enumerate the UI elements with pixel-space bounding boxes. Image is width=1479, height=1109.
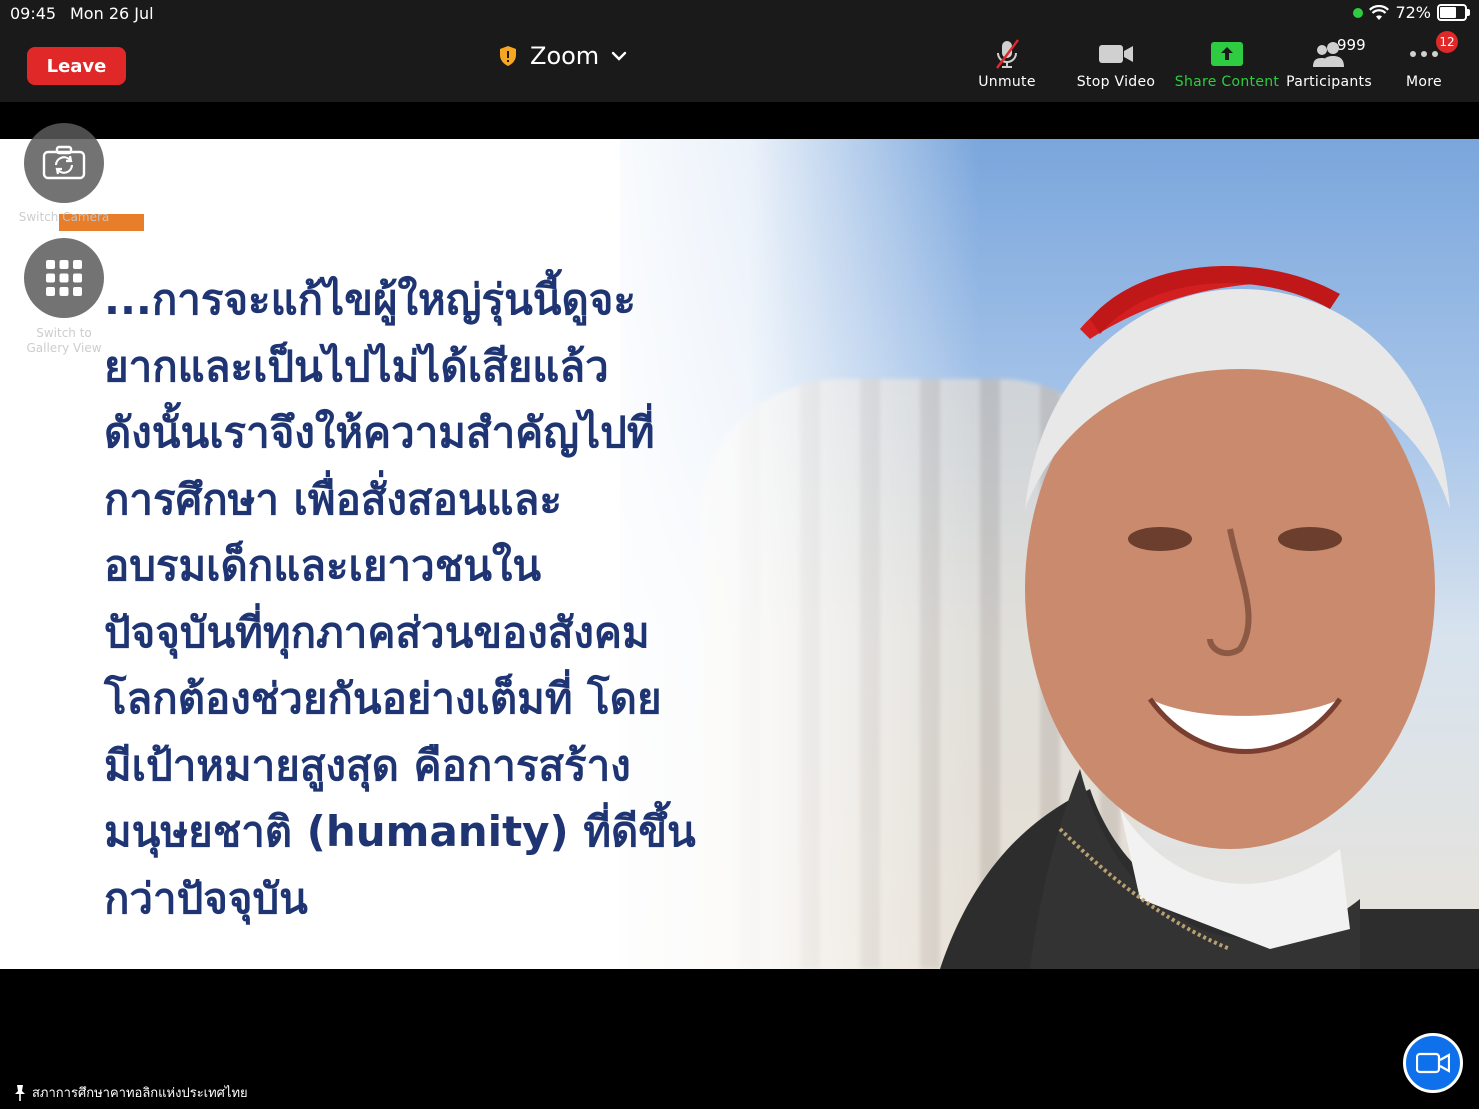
- slide-text-line: กว่าปัจจุบัน: [104, 873, 308, 923]
- share-content-button[interactable]: Share Content: [1171, 36, 1283, 98]
- slide-text-line: ...การจะแก้ไขผู้ใหญ่รุ่นนี้ดูจะ: [104, 275, 636, 324]
- participants-label: Participants: [1286, 74, 1372, 90]
- stop-video-label: Stop Video: [1076, 74, 1156, 90]
- slide-text-line: มนุษยชาติ (humanity) ที่ดีขึ้น: [104, 807, 696, 856]
- chevron-down-icon: [611, 51, 627, 61]
- participants-count: 999: [1337, 36, 1366, 54]
- pin-icon: [15, 1084, 25, 1101]
- camera-in-use-indicator: [1353, 7, 1364, 18]
- slide-cardinal-photo: [940, 266, 1479, 969]
- speaker-name: สภาการศึกษาคาทอลิกแห่งประเทศไทย: [32, 1086, 248, 1101]
- more-dots-icon: [1410, 51, 1438, 57]
- slide-text-block: ...การจะแก้ไขผู้ใหญ่รุ่นนี้ดูจะ ยากและเป…: [104, 267, 696, 932]
- slide-text-line: อบรมเด็กและเยาวชนใน: [104, 541, 542, 590]
- muted-mic-icon: [996, 39, 1019, 69]
- camera-float-icon: [1416, 1052, 1450, 1074]
- status-time: 09:45: [10, 4, 57, 23]
- switch-camera-button[interactable]: [24, 123, 104, 203]
- leave-button[interactable]: Leave: [27, 47, 126, 85]
- letterbox-top: [0, 102, 1479, 139]
- slide-text-line: ดังนั้นเราจึงให้ความสำคัญไปที่: [104, 408, 655, 457]
- speaker-name-tag: สภาการศึกษาคาทอลิกแห่งประเทศไทย: [14, 1082, 248, 1103]
- more-button[interactable]: 12 More: [1374, 31, 1474, 98]
- ios-status-bar: 09:45 Mon 26 Jul 72%: [0, 0, 1479, 28]
- switch-camera-icon: [42, 145, 86, 180]
- slide-text-line: ปัจจุบันที่ทุกภาคส่วนของสังคม: [104, 607, 650, 657]
- status-right: 72%: [1353, 3, 1470, 22]
- slide-text-line: มีเป้าหมายสูงสุด คือการสร้าง: [104, 740, 631, 790]
- shield-icon: [500, 46, 516, 66]
- meeting-title: Zoom: [530, 42, 600, 70]
- slide-text-line: ยากและเป็นไปไม่ได้เสียแล้ว: [104, 341, 609, 391]
- status-date: Mon 26 Jul: [70, 4, 154, 23]
- gallery-view-button[interactable]: [24, 238, 104, 318]
- share-arrow-icon: [1211, 42, 1243, 66]
- battery-percent: 72%: [1395, 3, 1431, 22]
- slide-text-line: โลกต้องช่วยกันอย่างเต็มที่ โดย: [104, 674, 662, 723]
- participants-button[interactable]: 999 Participants: [1279, 36, 1379, 98]
- wifi-icon: [1369, 4, 1390, 20]
- share-content-label: Share Content: [1174, 74, 1280, 90]
- unmute-button[interactable]: Unmute: [957, 36, 1057, 98]
- notification-badge: 12: [1436, 31, 1458, 53]
- switch-camera-label: Switch Camera: [18, 210, 110, 224]
- gallery-view-label-line2: Gallery View: [26, 341, 102, 355]
- more-label: More: [1406, 74, 1442, 90]
- battery-icon: [1437, 4, 1470, 21]
- camera-float-button[interactable]: [1403, 1033, 1463, 1093]
- battery-level: [1440, 7, 1456, 18]
- gallery-view-label-line1: Switch to: [36, 326, 92, 340]
- video-camera-icon: [1099, 45, 1133, 63]
- meeting-toolbar: Leave Zoom Unmute Stop Video Share Conte…: [0, 28, 1479, 102]
- meeting-title-dropdown[interactable]: Zoom: [498, 42, 627, 70]
- stop-video-button[interactable]: Stop Video: [1066, 36, 1166, 98]
- shared-slide: ...การจะแก้ไขผู้ใหญ่รุ่นนี้ดูจะ ยากและเป…: [0, 139, 1479, 969]
- unmute-label: Unmute: [978, 74, 1036, 90]
- gallery-grid-icon: [46, 260, 82, 296]
- gallery-view-label: Switch to Gallery View: [9, 326, 119, 356]
- slide-text-line: การศึกษา เพื่อสั่งสอนและ: [104, 474, 562, 524]
